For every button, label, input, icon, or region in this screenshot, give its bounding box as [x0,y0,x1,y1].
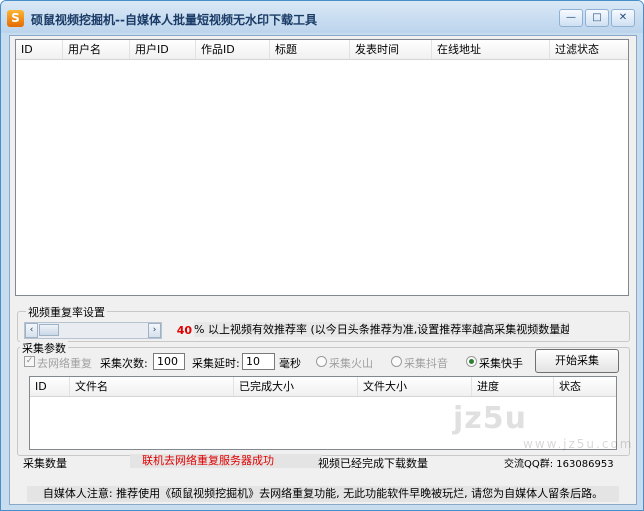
repeat-rate-slider[interactable]: ‹ › [24,322,162,339]
column-id[interactable]: ID [16,40,63,59]
column-completed-size[interactable]: 已完成大小 [234,377,358,396]
app-window: S 硕鼠视频挖掘机--自媒体人批量短视频无水印下载工具 — □ ✕ ID 用户名… [0,0,644,511]
maximize-button[interactable]: □ [585,9,609,27]
source-kuaishou-label: 采集快手 [479,357,523,370]
column-online-url[interactable]: 在线地址 [432,40,550,59]
repeat-rate-description: % 以上视频有效推荐率 (以今日头条推荐为准,设置推荐率越高采集视频数量越少) [194,322,569,337]
scroll-left-icon[interactable]: ‹ [25,323,38,338]
qq-group-label: 交流QQ群: 163086953 [504,459,614,470]
column-user-id[interactable]: 用户ID [130,40,196,59]
column-file-id[interactable]: ID [30,377,70,396]
column-title[interactable]: 标题 [270,40,350,59]
repeat-rate-value: 40 [176,324,192,337]
column-progress[interactable]: 进度 [472,377,554,396]
source-douyin-label: 采集抖音 [404,357,448,370]
app-logo-icon: S [7,10,24,27]
video-list[interactable]: ID 用户名 用户ID 作品ID 标题 发表时间 在线地址 过滤状态 [15,39,629,296]
source-huoshan-radio[interactable] [316,356,327,367]
collect-count-input[interactable] [153,353,185,370]
client-area: ID 用户名 用户ID 作品ID 标题 发表时间 在线地址 过滤状态 视频重复率… [9,35,637,505]
downloaded-count-status: 视频已经完成下载数量 [318,457,428,470]
source-douyin-radio[interactable] [391,356,402,367]
window-title: 硕鼠视频挖掘机--自媒体人批量短视频无水印下载工具 [31,13,317,27]
collect-count-status: 采集数量 [23,457,67,470]
source-huoshan-label: 采集火山 [329,357,373,370]
column-username[interactable]: 用户名 [63,40,130,59]
column-filter-status[interactable]: 过滤状态 [550,40,628,59]
collect-delay-label: 采集延时: [192,357,240,370]
download-list-header: ID 文件名 已完成大小 文件大小 进度 状态 [30,377,616,397]
server-status-message: 联机去网络重复服务器成功 [130,454,322,468]
watermark-logo: jz5u [453,401,527,436]
column-file-name[interactable]: 文件名 [70,377,234,396]
collect-params-group-label: 采集参数 [20,340,68,356]
collect-delay-input[interactable] [242,353,275,370]
column-work-id[interactable]: 作品ID [196,40,270,59]
notice-bar: 自媒体人注意: 推荐使用《硕鼠视频挖掘机》去网络重复功能, 无此功能软件早晚被玩… [27,486,619,502]
title-bar[interactable]: S 硕鼠视频挖掘机--自媒体人批量短视频无水印下载工具 — □ ✕ [1,1,643,33]
video-list-header: ID 用户名 用户ID 作品ID 标题 发表时间 在线地址 过滤状态 [16,40,628,60]
source-kuaishou-radio[interactable] [466,356,477,367]
dedupe-checkbox[interactable]: ✓ [24,356,35,367]
start-collect-button[interactable]: 开始采集 [535,349,619,373]
minimize-button[interactable]: — [559,9,583,27]
column-publish-time[interactable]: 发表时间 [350,40,432,59]
scroll-right-icon[interactable]: › [148,323,161,338]
watermark-url: www.jz5u.com [523,437,634,451]
column-file-status[interactable]: 状态 [554,377,616,396]
collect-count-label: 采集次数: [100,357,148,370]
slider-thumb[interactable] [39,324,59,336]
close-button[interactable]: ✕ [611,9,635,27]
column-file-size[interactable]: 文件大小 [358,377,472,396]
dedupe-label: 去网络重复 [37,357,92,370]
delay-unit-label: 毫秒 [279,357,301,370]
repeat-rate-group-label: 视频重复率设置 [26,304,107,320]
